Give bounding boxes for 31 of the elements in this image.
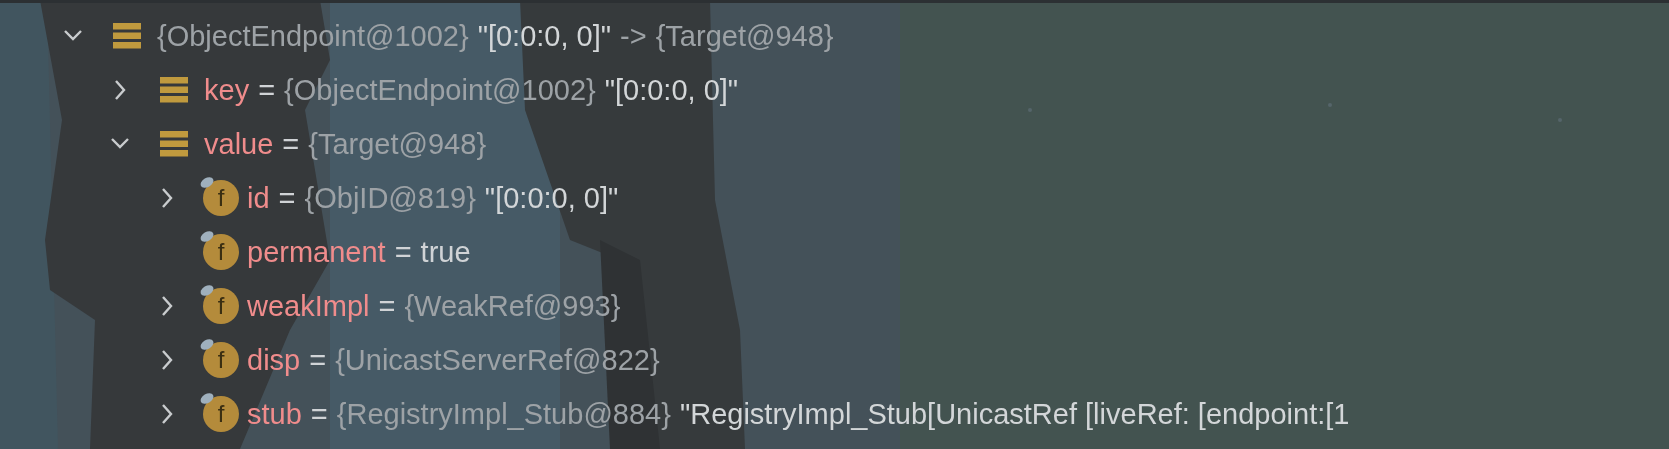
variable-name: key bbox=[204, 73, 250, 107]
target-type: {Target@948} bbox=[655, 19, 834, 53]
variable-value: "[0:0:0, 0]" bbox=[484, 181, 619, 215]
equals-sign: = bbox=[310, 397, 328, 431]
object-stack-icon bbox=[160, 131, 188, 157]
object-type: {ObjectEndpoint@1002} bbox=[284, 73, 596, 107]
equals-sign: = bbox=[278, 181, 296, 215]
variable-name: stub bbox=[247, 397, 302, 431]
object-type: {WeakRef@993} bbox=[404, 289, 621, 323]
variable-name: id bbox=[247, 181, 270, 215]
object-type: {Target@948} bbox=[308, 127, 487, 161]
variable-name: disp bbox=[247, 343, 301, 377]
object-type: {ObjectEndpoint@1002} bbox=[157, 19, 469, 53]
variable-value: true bbox=[420, 235, 471, 269]
object-stack-icon bbox=[113, 23, 141, 49]
variable-name: weakImpl bbox=[247, 289, 370, 323]
variable-value: "[0:0:0, 0]" bbox=[604, 73, 739, 107]
equals-sign: = bbox=[394, 235, 412, 269]
equals-sign: = bbox=[258, 73, 276, 107]
mapping-arrow: -> bbox=[620, 19, 647, 53]
object-stack-icon bbox=[160, 77, 188, 103]
equals-sign: = bbox=[378, 289, 396, 323]
object-type: {UnicastServerRef@822} bbox=[335, 343, 660, 377]
object-type: {ObjID@819} bbox=[304, 181, 476, 215]
variable-name: permanent bbox=[247, 235, 386, 269]
variable-name: value bbox=[204, 127, 274, 161]
equals-sign: = bbox=[282, 127, 300, 161]
equals-sign: = bbox=[309, 343, 327, 377]
variable-value: "[0:0:0, 0]" bbox=[477, 19, 612, 53]
object-type: {RegistryImpl_Stub@884} bbox=[336, 397, 671, 431]
variable-value: "RegistryImpl_Stub[UnicastRef [liveRef: [endpoint:[1 bbox=[679, 397, 1350, 431]
